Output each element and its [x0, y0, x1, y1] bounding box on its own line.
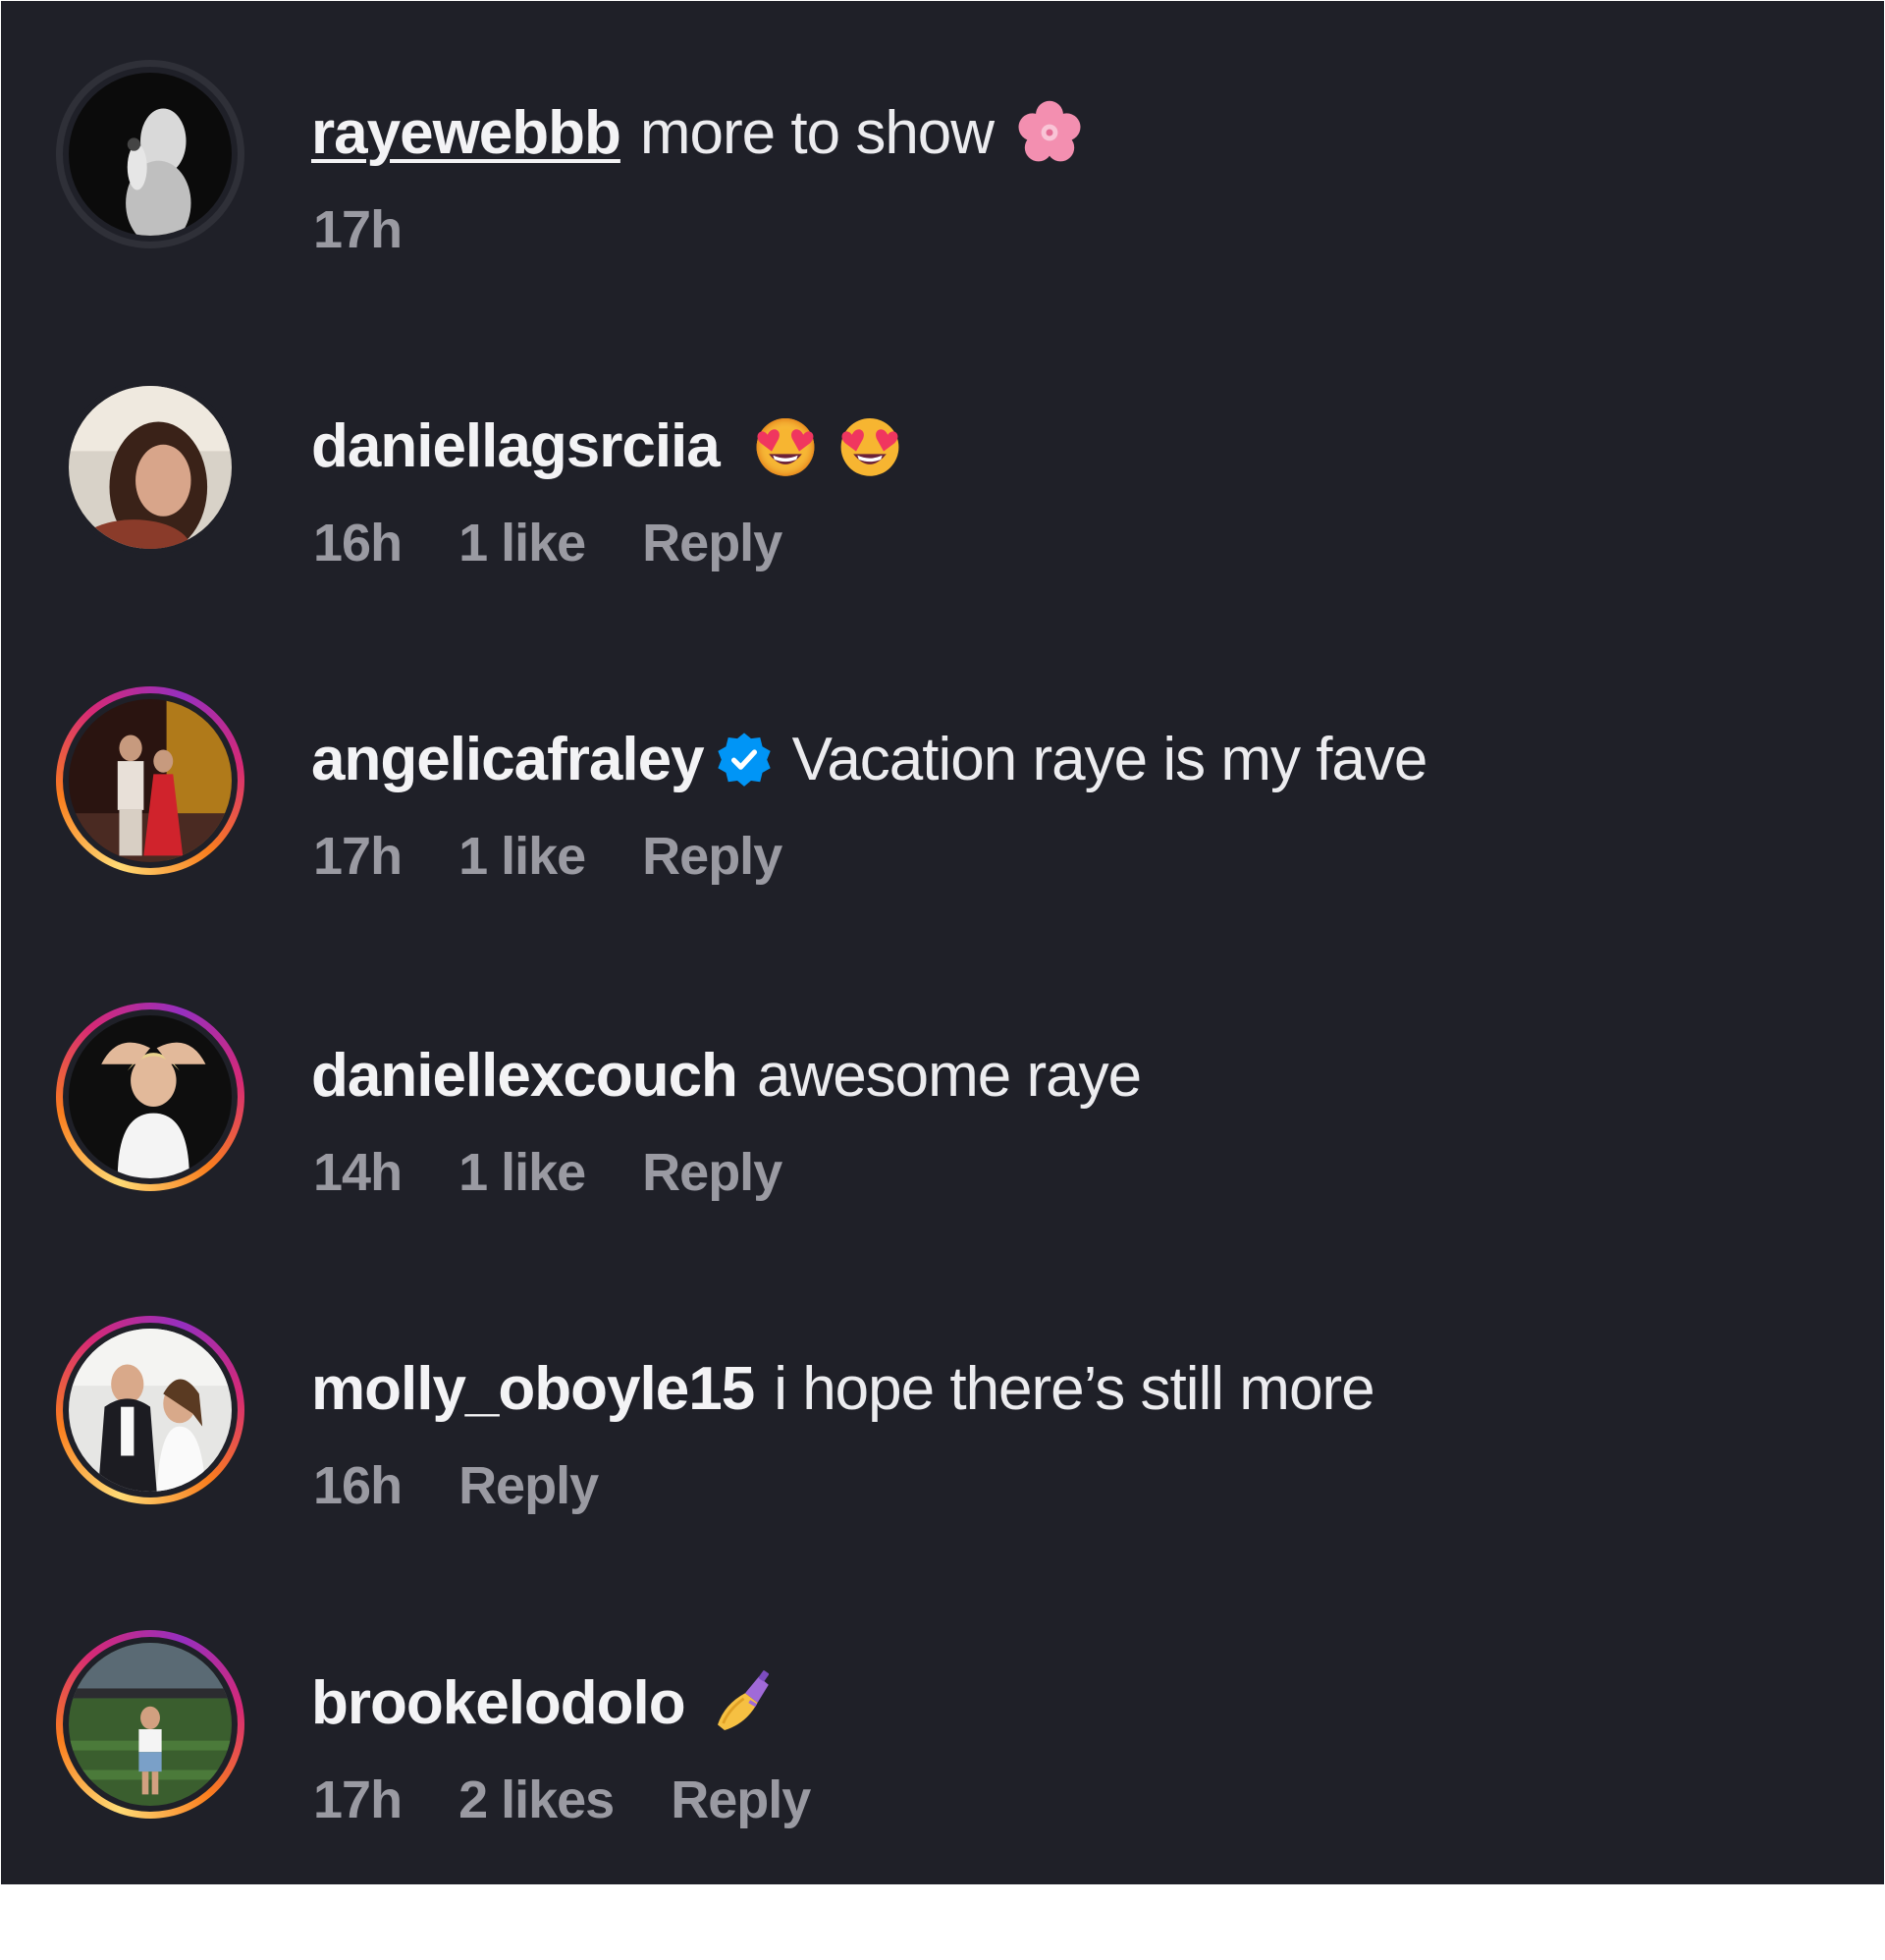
timestamp: 14h: [313, 1143, 403, 1202]
comment-text: i hope there’s still more: [774, 1354, 1374, 1423]
reply-button[interactable]: Reply: [642, 513, 782, 573]
timestamp: 17h: [313, 200, 403, 259]
comment-line: daniellagsrciia: [311, 407, 904, 485]
timestamp: 16h: [313, 514, 403, 572]
reply-button[interactable]: Reply: [671, 1769, 811, 1830]
comment-item: molly_oboyle15 i hope there’s still more…: [1, 1316, 1884, 1646]
timestamp: 17h: [313, 1770, 403, 1829]
comment-item: angelicafraley Vacation raye is my fave …: [1, 686, 1884, 1016]
avatar[interactable]: [56, 373, 244, 562]
comment-item: rayewebbb more to show 17h: [1, 60, 1884, 390]
avatar-photo: [69, 1643, 232, 1806]
avatar-photo: [69, 386, 232, 549]
comment-item: brookelodolo 17h 2 likes Reply: [1, 1630, 1884, 1960]
comment-meta: 16h Reply: [313, 1451, 655, 1520]
comment-meta: 17h: [313, 195, 458, 264]
username-link[interactable]: daniellagsrciia: [311, 411, 721, 481]
comment-meta: 17h 1 like Reply: [313, 822, 838, 891]
comment-item: daniellagsrciia 16h 1 like Reply: [1, 380, 1884, 703]
likes-count[interactable]: 1 like: [458, 1142, 586, 1203]
comment-line: molly_oboyle15 i hope there’s still more: [311, 1349, 1375, 1428]
comment-meta: 14h 1 like Reply: [313, 1138, 838, 1207]
heart-eyes-icon: [751, 411, 820, 480]
comment-text: Vacation raye is my fave: [791, 725, 1428, 793]
reply-button[interactable]: Reply: [642, 826, 782, 887]
comment-meta: 17h 2 likes Reply: [313, 1766, 867, 1834]
comment-text: awesome raye: [756, 1041, 1142, 1110]
comment-line: daniellexcouch awesome raye: [311, 1036, 1142, 1115]
cherry-blossom-icon: [1015, 98, 1084, 167]
likes-count[interactable]: 2 likes: [458, 1769, 615, 1830]
avatar-photo: [69, 1015, 232, 1178]
username-link[interactable]: angelicafraley: [311, 725, 705, 794]
avatar-photo: [69, 699, 232, 862]
nail-polish-icon: [711, 1668, 780, 1737]
timestamp: 16h: [313, 1456, 403, 1515]
avatar-photo: [69, 1329, 232, 1492]
username-link[interactable]: rayewebbb: [311, 98, 621, 168]
avatar[interactable]: [56, 686, 244, 875]
username-link[interactable]: daniellexcouch: [311, 1041, 738, 1111]
comments-panel: rayewebbb more to show 17h daniellagsrci…: [1, 1, 1884, 1884]
verified-badge-icon: [716, 731, 773, 788]
avatar[interactable]: [56, 1003, 244, 1191]
username-link[interactable]: molly_oboyle15: [311, 1354, 755, 1424]
timestamp: 17h: [313, 827, 403, 886]
avatar[interactable]: [56, 1316, 244, 1504]
comment-line: rayewebbb more to show: [311, 93, 1084, 172]
comment-line: angelicafraley Vacation raye is my fave: [311, 720, 1427, 798]
likes-count[interactable]: 1 like: [458, 513, 586, 573]
avatar[interactable]: [56, 60, 244, 248]
reply-button[interactable]: Reply: [642, 1142, 782, 1203]
comment-item: daniellexcouch awesome raye 14h 1 like R…: [1, 1003, 1884, 1333]
likes-count[interactable]: 1 like: [458, 826, 586, 887]
reply-button[interactable]: Reply: [458, 1455, 599, 1516]
username-link[interactable]: brookelodolo: [311, 1668, 686, 1738]
comment-text: more to show: [639, 98, 995, 167]
comment-line: brookelodolo: [311, 1663, 780, 1742]
avatar[interactable]: [56, 1630, 244, 1819]
avatar-photo: [69, 73, 232, 236]
comment-meta: 16h 1 like Reply: [313, 509, 838, 577]
heart-eyes-icon: [835, 411, 904, 480]
